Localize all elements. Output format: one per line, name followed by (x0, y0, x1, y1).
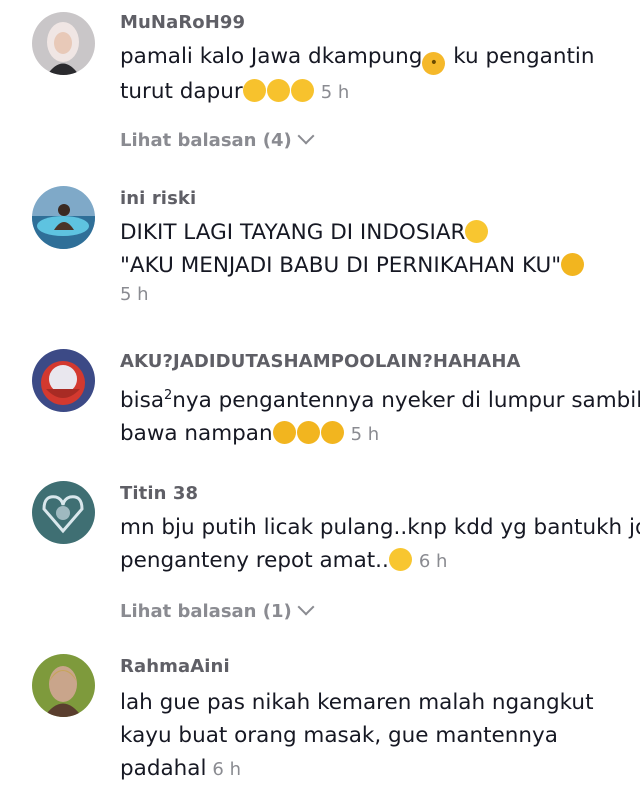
username[interactable]: AKU?JADIDUTASHAMPOOLAIN?HAHAHA (120, 351, 521, 372)
comment-text-part: mn bju putih licak pulang..knp kdd yg ba… (120, 515, 640, 540)
timestamp: 5 h (320, 82, 350, 103)
comment-text: DIKIT LAGI TAYANG DI INDOSIAR "AKU MENJA… (120, 216, 632, 282)
avatar[interactable] (32, 481, 95, 544)
loudly-crying-icon (296, 421, 320, 445)
comment-text: pamali kalo Jawa dkampung • ku pengantin … (120, 40, 632, 109)
username[interactable]: ini riski (120, 188, 196, 209)
username[interactable]: Titin 38 (120, 483, 198, 504)
comment-item: AKU?JADIDUTASHAMPOOLAIN?HAHAHA bisa2nya … (0, 340, 640, 460)
thinking-face-icon: • (422, 52, 446, 75)
loudly-crying-icon (561, 253, 585, 276)
grinning-sweat-icon (266, 79, 290, 102)
comment-text: bisa2nya pengantennya nyeker di lumpur s… (120, 379, 640, 451)
avatar[interactable] (32, 349, 95, 412)
comment-item: MuNaRoH99 pamali kalo Jawa dkampung • ku … (0, 0, 640, 170)
comment-item: ini riski DIKIT LAGI TAYANG DI INDOSIAR … (0, 180, 640, 330)
comment-text-part: penganteny repot amat.. (120, 548, 389, 573)
tears-of-joy-icon (465, 220, 489, 243)
comment-text-part: DIKIT LAGI TAYANG DI INDOSIAR (120, 220, 466, 245)
loudly-crying-icon (272, 421, 296, 445)
username[interactable]: RahmaAini (120, 656, 230, 677)
timestamp: 5 h (350, 424, 380, 446)
comment-item: Titin 38 mn bju putih licak pulang..knp … (0, 475, 640, 635)
view-replies-button[interactable]: Lihat balasan (4) (120, 127, 315, 151)
comment-text-part: bisa (120, 388, 164, 414)
comment-text-part: nya pengantennya nyeker di lumpur sambil (172, 388, 640, 414)
timestamp: 5 h (120, 284, 149, 305)
comment-text-part: padahal (120, 756, 207, 781)
view-replies-button[interactable]: Lihat balasan (1) (120, 598, 315, 622)
comment-text-part: bawa nampan (120, 421, 273, 447)
comment-text-part: lah gue pas nikah kemaren malah ngangkut (120, 690, 594, 715)
comment-text-part: turut dapur (120, 79, 243, 104)
chevron-down-icon (297, 598, 315, 616)
grinning-sweat-icon (242, 79, 266, 102)
tears-of-joy-icon (388, 548, 412, 571)
comment-text-part: "AKU MENJADI BABU DI PERNIKAHAN KU" (120, 253, 562, 278)
comment-text-part: ku pengantin (446, 44, 595, 69)
timestamp: 6 h (418, 551, 448, 572)
view-replies-label: Lihat balasan (1) (120, 601, 292, 622)
comment-text-part: kayu buat orang masak, gue mantennya (120, 723, 558, 748)
timestamp: 6 h (212, 759, 242, 780)
loudly-crying-icon (320, 421, 344, 445)
avatar[interactable] (32, 186, 95, 249)
view-replies-label: Lihat balasan (4) (120, 130, 292, 151)
comment-text: mn bju putih licak pulang..knp kdd yg ba… (120, 511, 640, 578)
comment-item: RahmaAini lah gue pas nikah kemaren mala… (0, 648, 640, 793)
comment-text-part: pamali kalo Jawa dkampung (120, 44, 423, 69)
grinning-sweat-icon (290, 79, 314, 102)
comment-text: lah gue pas nikah kemaren malah ngangkut… (120, 686, 632, 786)
username[interactable]: MuNaRoH99 (120, 12, 245, 33)
chevron-down-icon (297, 127, 315, 145)
avatar[interactable] (32, 654, 95, 717)
avatar[interactable] (32, 12, 95, 75)
